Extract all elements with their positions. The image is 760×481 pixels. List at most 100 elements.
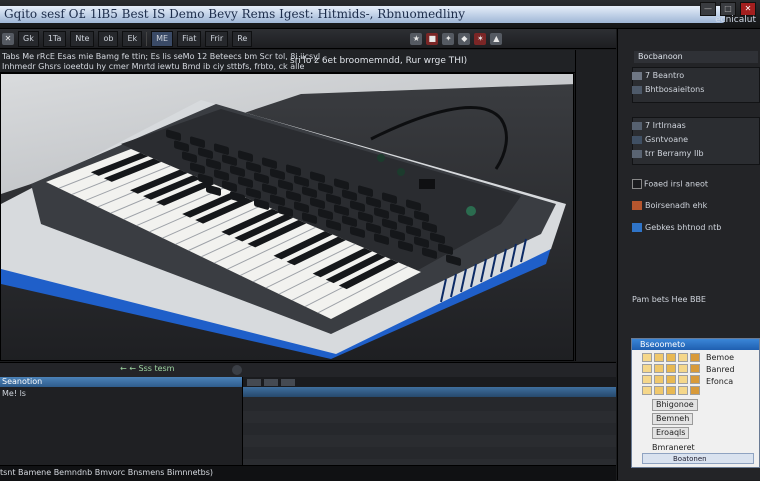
play-icon[interactable] <box>232 365 242 375</box>
properties-tab[interactable] <box>264 378 278 386</box>
swatch-cell[interactable] <box>642 386 652 395</box>
knob-1 <box>377 154 385 162</box>
window-title: Gqito sesf O£ 1lB5 Best IS Demo Bevy Rem… <box>0 6 725 23</box>
dialog-ok-button[interactable]: Boatonen <box>642 453 754 464</box>
scene-panel-header: Seanotion <box>0 377 242 387</box>
dialog-label: Bemoe <box>706 353 735 362</box>
dialog-title: Bseoometo <box>632 339 759 350</box>
swatch-cell[interactable] <box>678 375 688 384</box>
checkbox[interactable] <box>632 179 642 189</box>
right-panel-row[interactable]: trr Berramy Ilb <box>632 149 758 160</box>
dialog-option[interactable]: Bhigonoe <box>652 399 698 411</box>
swatch-cell[interactable] <box>690 386 700 395</box>
swatch-cell[interactable] <box>642 353 652 362</box>
diamond-icon[interactable]: ◆ <box>458 32 471 45</box>
toolbar-item-ek[interactable]: Ek <box>122 30 143 47</box>
dialog-label: Bmraneret <box>652 443 695 452</box>
knob-3 <box>466 206 476 216</box>
properties-tab[interactable] <box>247 378 261 386</box>
info-strip: Tabs Me rRcE Esas mie Bamg fe ttin; Es l… <box>0 50 616 73</box>
swatch <box>632 71 642 80</box>
swatch <box>632 135 642 144</box>
ok-label: Boatonen <box>673 455 707 463</box>
right-panel-tab[interactable]: Bocbanoon <box>634 51 758 63</box>
asterisk-icon[interactable]: ✶ <box>474 32 487 45</box>
right-panel-row[interactable]: Foaed irsl aneot <box>632 179 758 190</box>
swatch-cell[interactable] <box>642 375 652 384</box>
toolbar-item-re[interactable]: Re <box>232 30 253 47</box>
properties-tab[interactable] <box>281 378 295 386</box>
swatch-cell[interactable] <box>654 386 664 395</box>
properties-header <box>243 387 616 397</box>
row-label: Gsntvoane <box>645 135 689 144</box>
toolbar-item-active[interactable]: ME <box>151 30 174 47</box>
right-panel-row[interactable]: 7 Beantro <box>632 71 758 82</box>
toolbar-separator <box>146 31 148 46</box>
row-label: 7 Irtlrnaas <box>645 121 686 130</box>
toolbar-item-gk[interactable]: Gk <box>18 30 39 47</box>
toolbar-item-fiat[interactable]: Fiat <box>177 30 202 47</box>
swatch-cell[interactable] <box>666 364 676 373</box>
swatch-cell[interactable] <box>654 375 664 384</box>
viewport-side-strip <box>575 50 617 361</box>
row-label: trr Berramy Ilb <box>645 149 704 158</box>
sparkle-icon[interactable]: ✦ <box>442 32 455 45</box>
timeline-label: ← ← Sss tesm <box>120 364 175 373</box>
swatch-cell[interactable] <box>678 353 688 362</box>
swatch-grid[interactable] <box>642 353 702 395</box>
swatch-cell[interactable] <box>654 364 664 373</box>
keyboard-render <box>1 84 573 360</box>
right-panel-row[interactable]: 7 Irtlrnaas <box>632 121 758 132</box>
folder-icon <box>632 201 642 210</box>
display-screen <box>419 179 435 189</box>
row-label: Foaed irsl aneot <box>644 179 709 189</box>
scene-panel-item[interactable]: Me! ls <box>0 387 242 400</box>
scene-panel: Seanotion Me! ls <box>0 377 243 465</box>
stop-icon[interactable]: ■ <box>426 32 439 45</box>
swatch-cell[interactable] <box>678 386 688 395</box>
swatch <box>632 121 642 130</box>
dialog-option[interactable]: Bemneh <box>652 413 694 425</box>
properties-panel <box>243 377 616 465</box>
toolbar-item-ob[interactable]: ob <box>98 30 119 47</box>
properties-tabs <box>243 377 616 387</box>
swatch-cell[interactable] <box>666 353 676 362</box>
dialog-label: Banred <box>706 365 735 374</box>
maximize-button[interactable]: □ <box>720 2 736 16</box>
right-panel-footer: Pam bets Hee BBE <box>632 295 706 304</box>
swatch-cell[interactable] <box>690 364 700 373</box>
right-panel-row[interactable]: Gsntvoane <box>632 135 758 146</box>
dialog-option[interactable]: Eroaqls <box>652 427 690 439</box>
3d-viewport[interactable] <box>0 73 574 361</box>
toolbar-item-1ta[interactable]: 1Ta <box>42 30 67 47</box>
dialog-label: Efonca <box>706 377 734 386</box>
toolbar-item-nte[interactable]: Nte <box>70 30 95 47</box>
close-button[interactable]: ✕ <box>740 2 756 16</box>
right-panel-row[interactable]: Boirsenadh ehk <box>632 201 758 212</box>
row-label: Bhtbosaieitons <box>645 85 705 94</box>
swatch-cell[interactable] <box>690 375 700 384</box>
knob-2 <box>397 168 405 176</box>
title-bar: Gqito sesf O£ 1lB5 Best IS Demo Bevy Rem… <box>0 0 760 29</box>
right-panel-row[interactable]: Bhtbosaieitons <box>632 85 758 96</box>
swatch <box>632 149 642 158</box>
swatch-cell[interactable] <box>666 386 676 395</box>
status-text: tsnt Bamene Bemndnb Bmvorc Bnsmens Bimnn… <box>0 468 213 477</box>
swatch-cell[interactable] <box>654 353 664 362</box>
minimize-button[interactable]: — <box>700 2 716 16</box>
row-label: Gebkes bhtnod ntb <box>645 223 722 232</box>
swatch-cell[interactable] <box>666 375 676 384</box>
x-icon[interactable]: ✕ <box>2 32 14 45</box>
star-icon[interactable]: ★ <box>410 32 423 45</box>
swatch-cell[interactable] <box>690 353 700 362</box>
swatch-cell[interactable] <box>678 364 688 373</box>
triangle-icon[interactable]: ▲ <box>490 32 503 45</box>
toolbar-item-frir[interactable]: Frir <box>205 30 229 47</box>
right-panel-row[interactable]: Gebkes bhtnod ntb <box>632 223 758 234</box>
swatch-cell[interactable] <box>642 364 652 373</box>
timeline-strip[interactable]: ← ← Sss tesm <box>0 362 616 378</box>
material-dialog: Bseoometo Bemoe Banred Efonca Bhigonoe B… <box>631 338 760 468</box>
properties-list[interactable] <box>243 399 616 465</box>
layer-icon <box>632 223 642 232</box>
status-bar: tsnt Bamene Bemndnb Bmvorc Bnsmens Bimnn… <box>0 465 616 481</box>
